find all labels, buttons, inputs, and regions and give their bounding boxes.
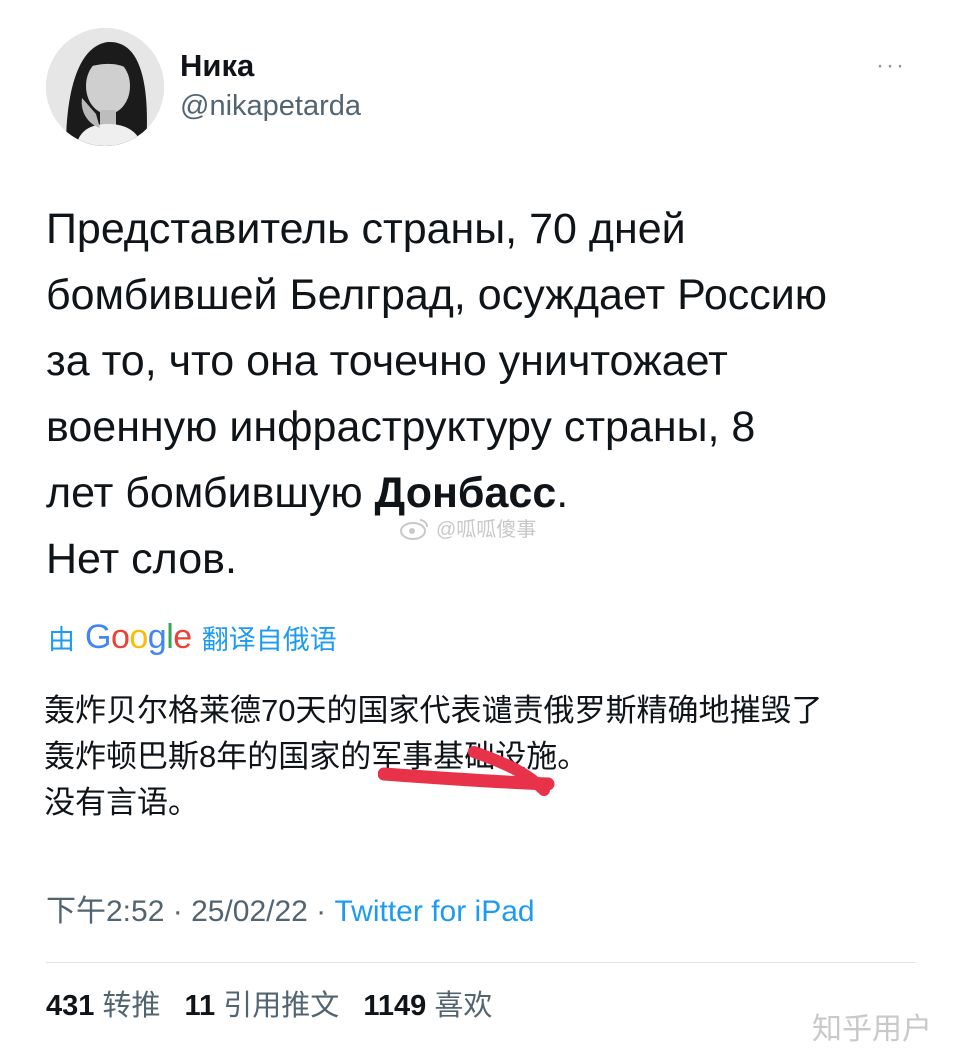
tweet-line: бомбившей Белград, осуждает Россию <box>46 271 828 319</box>
retweets-label: 转推 <box>102 990 161 1022</box>
avatar[interactable] <box>46 28 164 146</box>
retweets-stat[interactable]: 431 转推 <box>46 990 160 1022</box>
tweet-stats: 431 转推 11 引用推文 1149 喜欢 <box>46 982 492 1024</box>
avatar-portrait-icon <box>46 28 164 146</box>
author-handle[interactable]: @nikapetarda <box>180 90 361 123</box>
google-logo: Google <box>85 618 192 656</box>
translated-line: 没有言语。 <box>44 785 199 820</box>
likes-label: 喜欢 <box>434 990 493 1022</box>
tweet-line: Представитель страны, 70 дней <box>46 205 686 253</box>
divider <box>46 962 916 963</box>
tweet-date[interactable]: 25/02/22 <box>191 895 308 928</box>
likes-count: 1149 <box>363 990 427 1022</box>
weibo-watermark: @呱呱傻事 <box>400 513 536 542</box>
tweet-line: военную инфраструктуру страны, 8 <box>46 403 756 451</box>
quotes-stat[interactable]: 11 引用推文 <box>185 990 340 1022</box>
translated-by-prefix: 由 <box>48 625 75 655</box>
zhihu-watermark: 知乎用户 <box>812 1013 932 1046</box>
translated-text: 轰炸贝尔格莱德70天的国家代表谴责俄罗斯精确地摧毁了 轰炸顿巴斯8年的国家的军事… <box>44 688 924 826</box>
meta-separator: · <box>164 895 192 928</box>
translated-line: 轰炸顿巴斯8年的国家的军事基础设施。 <box>44 739 589 774</box>
tweet-line-text: лет бомбившую <box>46 469 375 517</box>
translated-by-suffix: 翻译自俄语 <box>201 625 337 655</box>
quotes-count: 11 <box>184 990 216 1022</box>
weibo-icon <box>400 518 428 540</box>
tweet-meta: 下午2:52 · 25/02/22 · Twitter for iPad <box>46 886 535 930</box>
tweet-source-link[interactable]: Twitter for iPad <box>335 895 535 928</box>
watermark-text: @呱呱傻事 <box>436 519 537 541</box>
retweets-count: 431 <box>46 990 95 1022</box>
tweet-line-text: . <box>556 469 569 517</box>
translated-by[interactable]: 由 Google 翻译自俄语 <box>48 618 337 657</box>
author-name[interactable]: Ника <box>180 48 254 84</box>
likes-stat[interactable]: 1149 喜欢 <box>363 990 492 1022</box>
tweet-line: за то, что она точечно уничтожает <box>46 337 728 385</box>
meta-separator: · <box>307 895 335 928</box>
translated-line: 轰炸贝尔格莱德70天的国家代表谴责俄罗斯精确地摧毁了 <box>44 693 823 728</box>
quotes-label: 引用推文 <box>223 990 340 1022</box>
tweet-hashtag-bold: Донбасс <box>374 469 557 517</box>
tweet-time[interactable]: 下午2:52 <box>46 895 164 928</box>
more-options-icon[interactable]: ··· <box>876 52 906 80</box>
